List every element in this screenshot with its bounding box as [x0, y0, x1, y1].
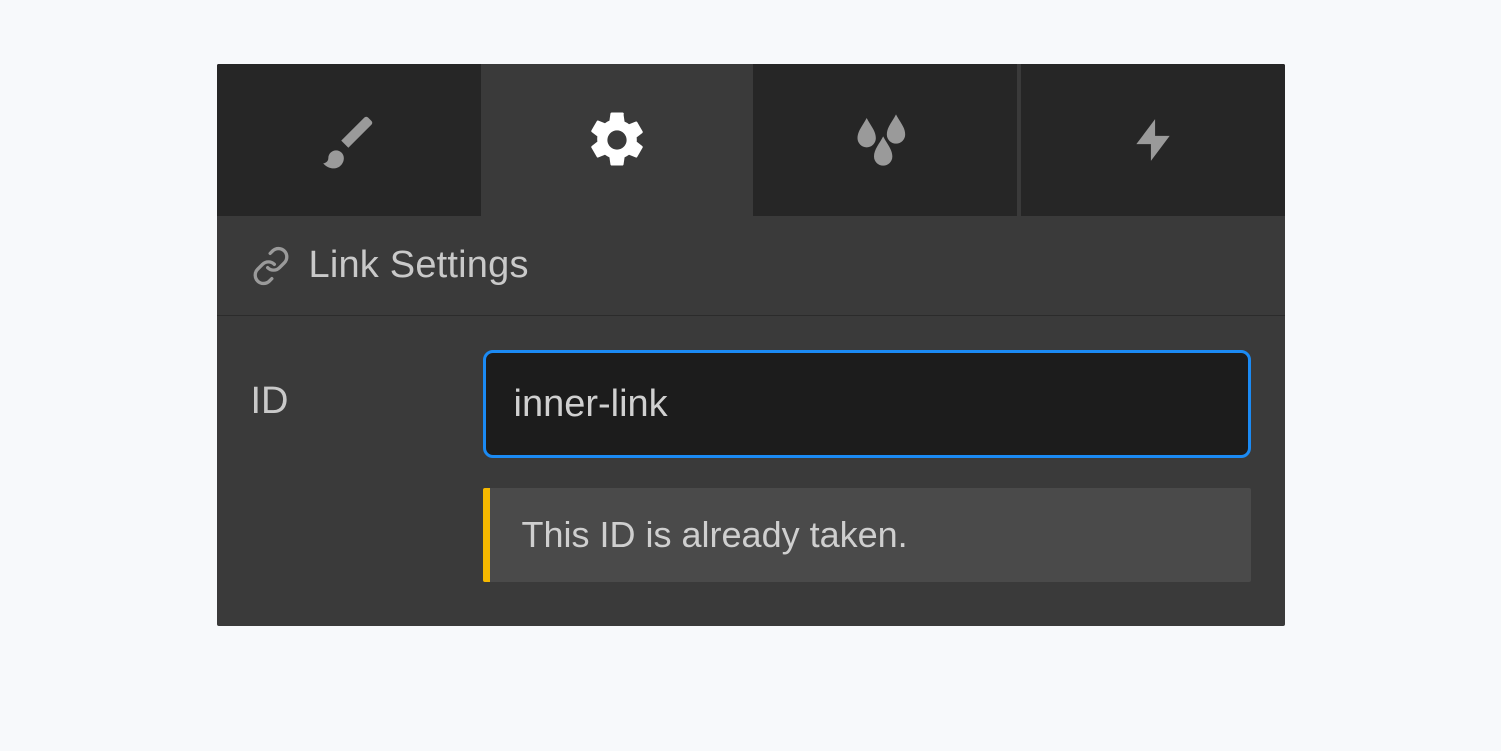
droplets-icon [852, 113, 918, 167]
gear-icon [584, 107, 650, 173]
section-header: Link Settings [217, 216, 1285, 316]
lightning-icon [1128, 111, 1178, 169]
id-warning-message: This ID is already taken. [483, 488, 1251, 582]
brush-icon [318, 109, 380, 171]
tab-settings[interactable] [485, 64, 749, 216]
link-icon [251, 246, 291, 286]
tab-style[interactable] [217, 64, 481, 216]
section-body: ID This ID is already taken. [217, 316, 1285, 626]
id-field-column: This ID is already taken. [483, 350, 1251, 582]
settings-panel: Link Settings ID This ID is already take… [217, 64, 1285, 626]
tab-bar [217, 64, 1285, 216]
id-input[interactable] [483, 350, 1251, 458]
tab-interactions[interactable] [1021, 64, 1285, 216]
section-title: Link Settings [309, 244, 529, 287]
id-field-row: ID This ID is already taken. [251, 350, 1251, 582]
tab-effects[interactable] [753, 64, 1017, 216]
id-field-label: ID [251, 350, 483, 423]
